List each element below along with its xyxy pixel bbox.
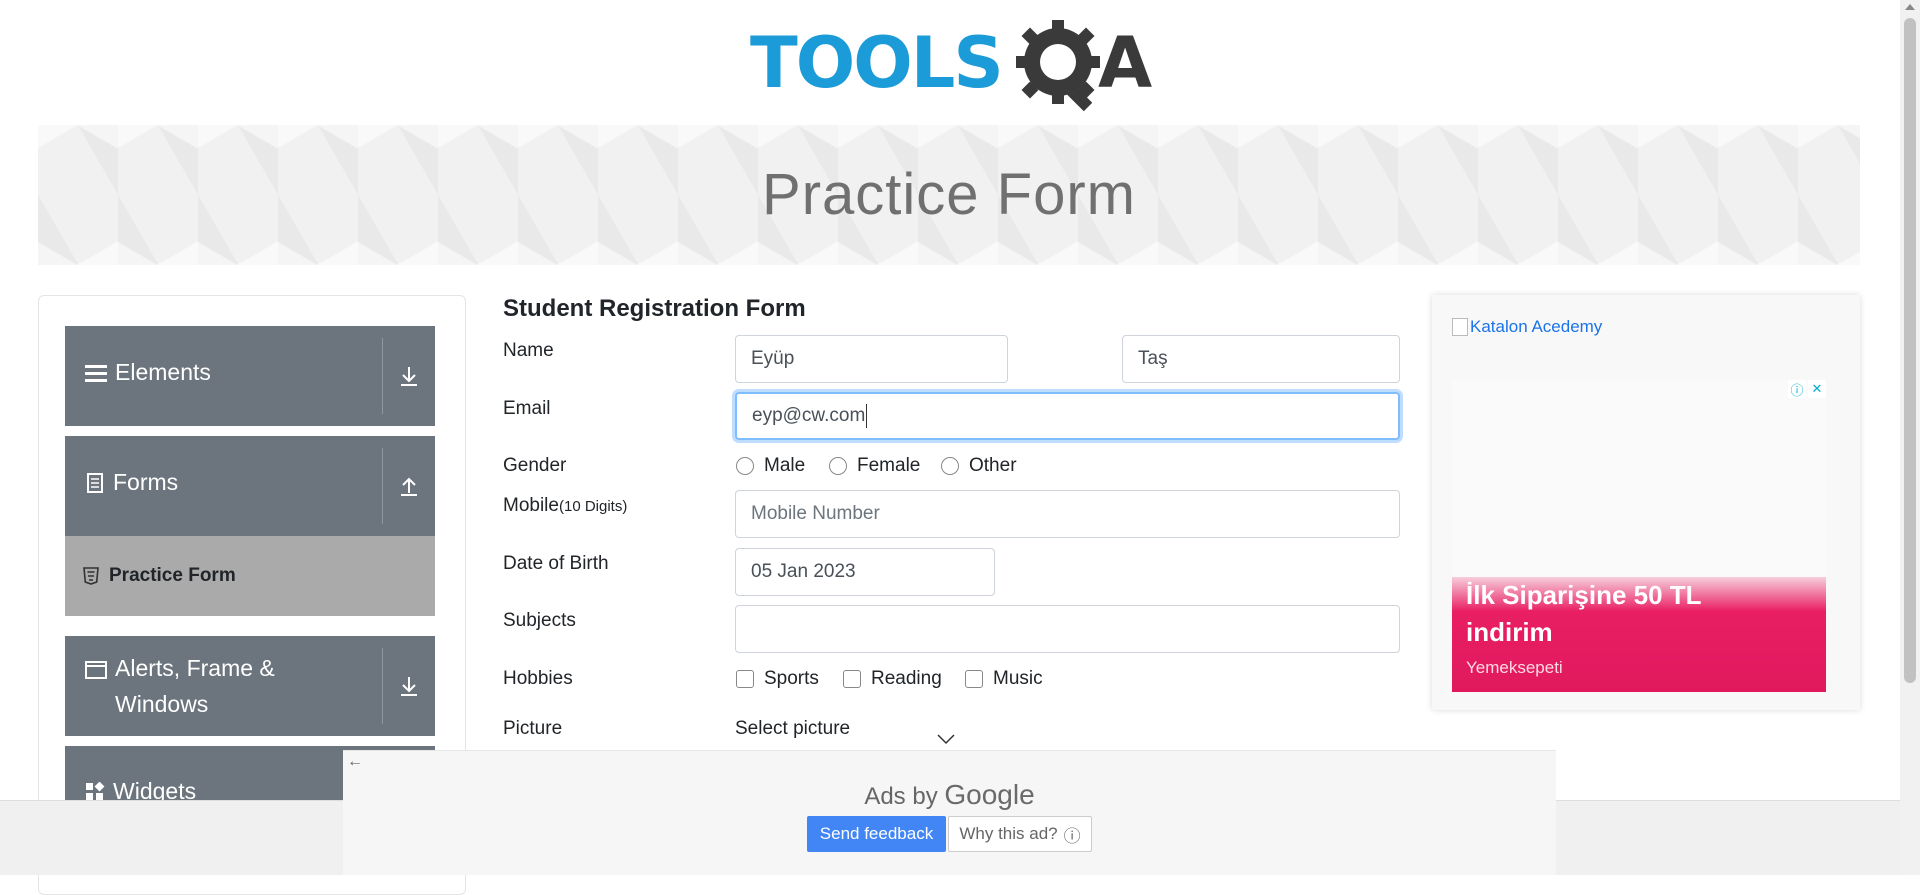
scroll-up-icon[interactable]: [1905, 4, 1915, 10]
why-this-ad-label: Why this ad?: [959, 824, 1058, 843]
radio-icon: [736, 457, 754, 475]
hobby-sports-checkbox[interactable]: Sports: [736, 668, 819, 690]
mobile-label-text: Mobile: [503, 495, 559, 516]
ads-by-google: Ads by Google: [343, 779, 1556, 811]
sidebar-group-elements[interactable]: Elements: [65, 326, 435, 426]
mobile-hint: (10 Digits): [558, 498, 628, 515]
window-icon: [85, 661, 107, 679]
toolsqa-logo[interactable]: TOOLS A: [750, 18, 1155, 114]
sidebar-group-alerts[interactable]: Alerts, Frame & Windows: [65, 636, 435, 736]
broken-image-icon: [1452, 318, 1468, 336]
email-value: eyp@cw.com: [752, 405, 866, 426]
sidebar-group-label: Elements: [115, 359, 211, 385]
checkbox-icon: [843, 670, 861, 688]
download-arrow-icon[interactable]: [383, 326, 435, 426]
katalon-ad-alt: Katalon Acedemy: [1470, 317, 1603, 336]
dob-input[interactable]: 05 Jan 2023: [735, 548, 995, 596]
last-name-value: Taş: [1138, 348, 1168, 369]
first-name-value: Eyüp: [751, 348, 795, 369]
html5-icon: [83, 567, 99, 585]
send-feedback-label: Send feedback: [819, 824, 934, 843]
why-this-ad-button[interactable]: Why this ad? ⓘ: [948, 816, 1092, 852]
sidebar-group-label: Alerts, Frame & Windows: [115, 655, 275, 717]
info-icon: ⓘ: [1063, 826, 1081, 846]
page-scrollbar[interactable]: [1900, 0, 1920, 875]
gender-label: Gender: [503, 455, 567, 476]
logo-text: TOOLS: [750, 22, 1004, 104]
select-picture-label: Select picture: [735, 718, 851, 739]
scrollbar-thumb[interactable]: [1904, 18, 1916, 683]
upload-arrow-icon[interactable]: [383, 436, 435, 536]
radio-icon: [829, 457, 847, 475]
dob-value: 05 Jan 2023: [751, 561, 856, 582]
mobile-label: Mobile(10 Digits): [503, 495, 627, 517]
checkbox-icon: [736, 670, 754, 688]
hobby-option-label: Reading: [871, 668, 942, 689]
ads-by-text: Ads by: [864, 783, 938, 810]
google-ad-overlay: ← Ads by Google Send feedback Why this a…: [343, 750, 1556, 875]
hobby-option-label: Sports: [764, 668, 819, 689]
page-banner: Practice Form: [38, 125, 1860, 265]
gender-other-radio[interactable]: Other: [941, 455, 1017, 477]
close-icon[interactable]: ✕: [1808, 380, 1826, 398]
hobby-music-checkbox[interactable]: Music: [965, 668, 1043, 690]
first-name-input[interactable]: Eyüp: [735, 335, 1008, 383]
sidebar-group-label: Forms: [113, 469, 179, 495]
hobby-reading-checkbox[interactable]: Reading: [843, 668, 942, 690]
widgets-icon: [86, 781, 105, 800]
ad-banner[interactable]: İlk Siparişine 50 TL indirim Yemeksepeti: [1452, 577, 1826, 692]
picture-label: Picture: [503, 718, 563, 739]
right-advertisement: Katalon Acedemy ⓘ ✕ İlk Siparişine 50 TL…: [1432, 295, 1860, 710]
download-arrow-icon[interactable]: [383, 636, 435, 736]
sidebar-item-practice-form[interactable]: Practice Form: [65, 536, 435, 616]
email-label: Email: [503, 398, 551, 419]
send-feedback-button[interactable]: Send feedback: [807, 816, 946, 852]
gender-option-label: Other: [969, 455, 1017, 476]
back-arrow-icon[interactable]: ←: [347, 753, 363, 771]
hamburger-icon: [85, 364, 107, 382]
logo-suffix: A: [1098, 22, 1153, 104]
document-icon: [87, 472, 103, 493]
gender-option-label: Female: [857, 455, 921, 476]
hobby-option-label: Music: [993, 668, 1043, 689]
select-picture-button[interactable]: Select picture: [735, 718, 850, 740]
sidebar-group-forms[interactable]: Forms: [65, 436, 435, 536]
dob-label: Date of Birth: [503, 553, 609, 574]
adchoices-icon[interactable]: ⓘ: [1788, 380, 1806, 398]
gender-male-radio[interactable]: Male: [736, 455, 805, 477]
sidebar-item-label: Practice Form: [109, 565, 236, 586]
radio-icon: [941, 457, 959, 475]
checkbox-icon: [965, 670, 983, 688]
display-ad[interactable]: ⓘ ✕ İlk Siparişine 50 TL indirim Yemekse…: [1452, 380, 1826, 692]
ad-brand: Yemeksepeti: [1466, 658, 1563, 677]
name-label: Name: [503, 340, 554, 361]
mobile-input[interactable]: Mobile Number: [735, 490, 1400, 538]
email-input[interactable]: eyp@cw.com: [735, 392, 1400, 440]
gender-female-radio[interactable]: Female: [829, 455, 920, 477]
chevron-down-icon: [937, 734, 955, 745]
katalon-ad-link[interactable]: Katalon Acedemy: [1452, 317, 1602, 337]
form-heading: Student Registration Form: [503, 295, 806, 322]
hobbies-label: Hobbies: [503, 668, 573, 689]
mobile-placeholder: Mobile Number: [751, 503, 880, 524]
gender-option-label: Male: [764, 455, 806, 476]
page-title: Practice Form: [762, 162, 1136, 227]
google-wordmark: Google: [944, 779, 1035, 810]
subjects-input[interactable]: [735, 605, 1400, 653]
subjects-label: Subjects: [503, 610, 576, 631]
ad-headline: İlk Siparişine 50 TL indirim: [1466, 580, 1702, 647]
last-name-input[interactable]: Taş: [1122, 335, 1400, 383]
